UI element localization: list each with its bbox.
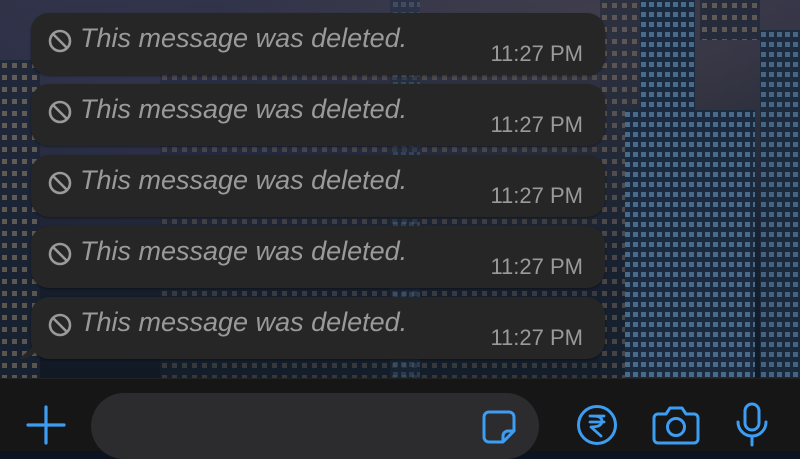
bubble-tail bbox=[19, 341, 39, 359]
message-text: This message was deleted. bbox=[80, 165, 408, 195]
message-time: 11:27 PM bbox=[490, 112, 583, 137]
message-list[interactable]: This message was deleted. 11:27 PM This … bbox=[0, 0, 800, 378]
message-text: This message was deleted. bbox=[80, 94, 408, 124]
message-bubble[interactable]: This message was deleted. 11:27 PM bbox=[31, 226, 605, 288]
message-time: 11:27 PM bbox=[490, 41, 583, 66]
message-text: This message was deleted. bbox=[80, 23, 408, 53]
message-bubble[interactable]: This message was deleted. 11:27 PM bbox=[31, 13, 605, 75]
sticker-icon bbox=[482, 410, 516, 444]
deleted-icon bbox=[48, 29, 72, 53]
message-time: 11:27 PM bbox=[490, 183, 583, 208]
message-bubble[interactable]: This message was deleted. 11:27 PM bbox=[31, 155, 605, 217]
deleted-icon bbox=[48, 242, 72, 266]
message-bubble[interactable]: This message was deleted. 11:27 PM bbox=[31, 84, 605, 146]
sticker-button[interactable] bbox=[479, 407, 519, 447]
message-text: This message was deleted. bbox=[80, 236, 408, 266]
plus-icon bbox=[26, 405, 66, 445]
deleted-icon bbox=[48, 171, 72, 195]
deleted-icon bbox=[48, 100, 72, 124]
deleted-icon bbox=[48, 313, 72, 337]
message-text: This message was deleted. bbox=[80, 307, 408, 337]
rupee-payment-icon bbox=[577, 405, 617, 445]
message-input[interactable] bbox=[91, 393, 539, 459]
camera-icon bbox=[652, 406, 700, 445]
message-time: 11:27 PM bbox=[490, 325, 583, 350]
message-bubble[interactable]: This message was deleted. 11:27 PM bbox=[19, 297, 605, 359]
composer-bar bbox=[0, 378, 800, 459]
message-time: 11:27 PM bbox=[490, 254, 583, 279]
camera-button[interactable] bbox=[652, 403, 700, 447]
voice-record-button[interactable] bbox=[730, 401, 774, 449]
payment-button[interactable] bbox=[575, 403, 619, 447]
attach-button[interactable] bbox=[24, 403, 68, 447]
microphone-icon bbox=[736, 402, 768, 447]
